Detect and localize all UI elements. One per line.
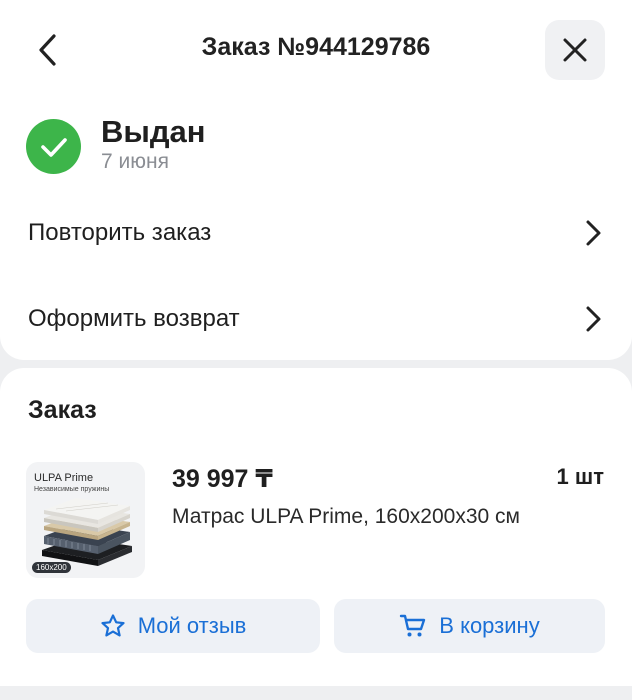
product-name[interactable]: Матрас ULPA Prime, 160x200x30 см — [172, 505, 520, 529]
product-size-badge: 160x200 — [32, 562, 71, 573]
page-title: Заказ №944129786 — [201, 33, 431, 61]
add-to-cart-button[interactable]: В корзину — [334, 599, 605, 653]
my-review-label: Мой отзыв — [137, 613, 247, 638]
repeat-order-row[interactable]: Повторить заказ — [0, 198, 632, 268]
status-date: 7 июня — [101, 150, 169, 173]
chevron-right-icon — [579, 303, 607, 335]
cart-icon — [399, 613, 427, 639]
mattress-illustration — [42, 498, 132, 566]
repeat-order-label: Повторить заказ — [28, 219, 212, 246]
product-price: 39 997 ₸ — [172, 465, 273, 493]
star-icon — [100, 613, 126, 639]
check-icon — [40, 137, 67, 157]
product-image[interactable]: ULPA Prime Независимые пружины 160x200 — [26, 462, 145, 578]
return-order-label: Оформить возврат — [28, 305, 240, 332]
status-icon — [26, 119, 81, 174]
status-title: Выдан — [101, 114, 206, 149]
chevron-right-icon — [579, 217, 607, 249]
product-quantity: 1 шт — [556, 464, 604, 489]
return-order-row[interactable]: Оформить возврат — [0, 284, 632, 354]
order-details-card: Заказ №944129786 Выдан 7 июня Повторить … — [0, 0, 632, 360]
close-button[interactable] — [545, 20, 605, 80]
order-items-card: Заказ ULPA Prime Независимые пружины 160… — [0, 368, 632, 686]
add-to-cart-label: В корзину — [439, 613, 540, 638]
order-heading: Заказ — [28, 396, 97, 424]
header: Заказ №944129786 — [0, 0, 632, 100]
order-status: Выдан 7 июня — [26, 110, 606, 180]
close-icon — [563, 38, 587, 62]
my-review-button[interactable]: Мой отзыв — [26, 599, 320, 653]
